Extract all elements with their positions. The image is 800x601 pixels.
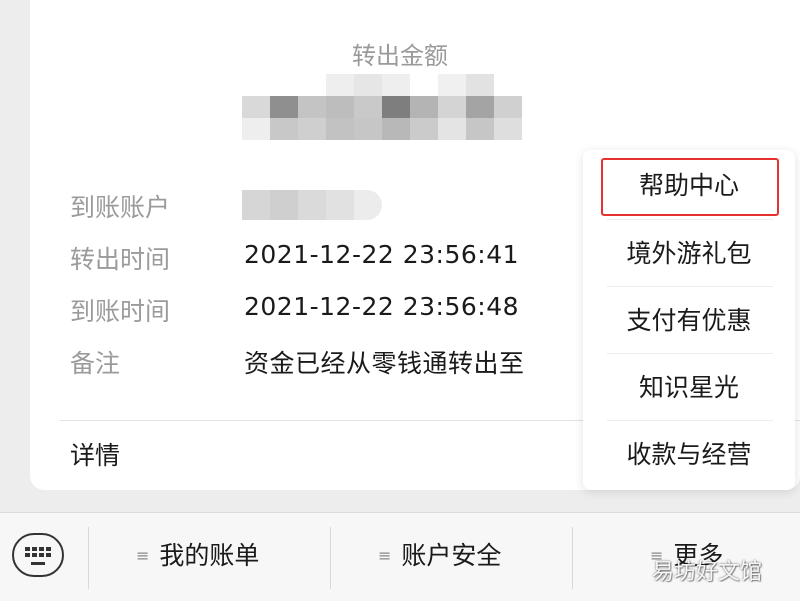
more-menu-popup: 帮助中心 境外游礼包 支付有优惠 知识星光 收款与经营	[583, 150, 795, 490]
transfer-time-value: 2021-12-22 23:56:41	[244, 240, 520, 269]
tab-label: 账户安全	[401, 541, 502, 570]
bar-divider	[572, 527, 573, 589]
note-value: 资金已经从零钱通转出至	[244, 349, 525, 378]
menu-item-collection-business[interactable]: 收款与经营	[583, 421, 795, 488]
menu-item-travel-gift[interactable]: 境外游礼包	[583, 220, 795, 287]
account-value-pixelated	[242, 190, 382, 220]
bar-divider	[88, 527, 89, 589]
amount-label: 转出金额	[352, 42, 448, 70]
menu-item-payment-offers[interactable]: 支付有优惠	[583, 287, 795, 354]
note-label: 备注	[70, 349, 121, 378]
bar-divider	[330, 527, 331, 589]
highlight-box	[601, 158, 779, 216]
menu-lines-icon: ≡	[136, 546, 150, 565]
account-label: 到账账户	[70, 193, 171, 222]
details-link[interactable]: 详情	[70, 436, 120, 472]
menu-item-knowledge[interactable]: 知识星光	[583, 354, 795, 421]
keyboard-icon[interactable]	[12, 533, 64, 577]
menu-lines-icon: ≡	[378, 546, 392, 565]
amount-value-pixelated	[242, 74, 550, 140]
tab-account-security[interactable]: ≡ 账户安全	[378, 513, 501, 601]
arrival-time-label: 到账时间	[70, 297, 171, 326]
watermark: 易坊好文馆	[652, 560, 763, 585]
arrival-time-value: 2021-12-22 23:56:48	[244, 292, 520, 321]
tab-label: 我的账单	[159, 541, 260, 570]
transfer-time-label: 转出时间	[70, 245, 171, 274]
tab-my-bills[interactable]: ≡ 我的账单	[136, 513, 259, 601]
